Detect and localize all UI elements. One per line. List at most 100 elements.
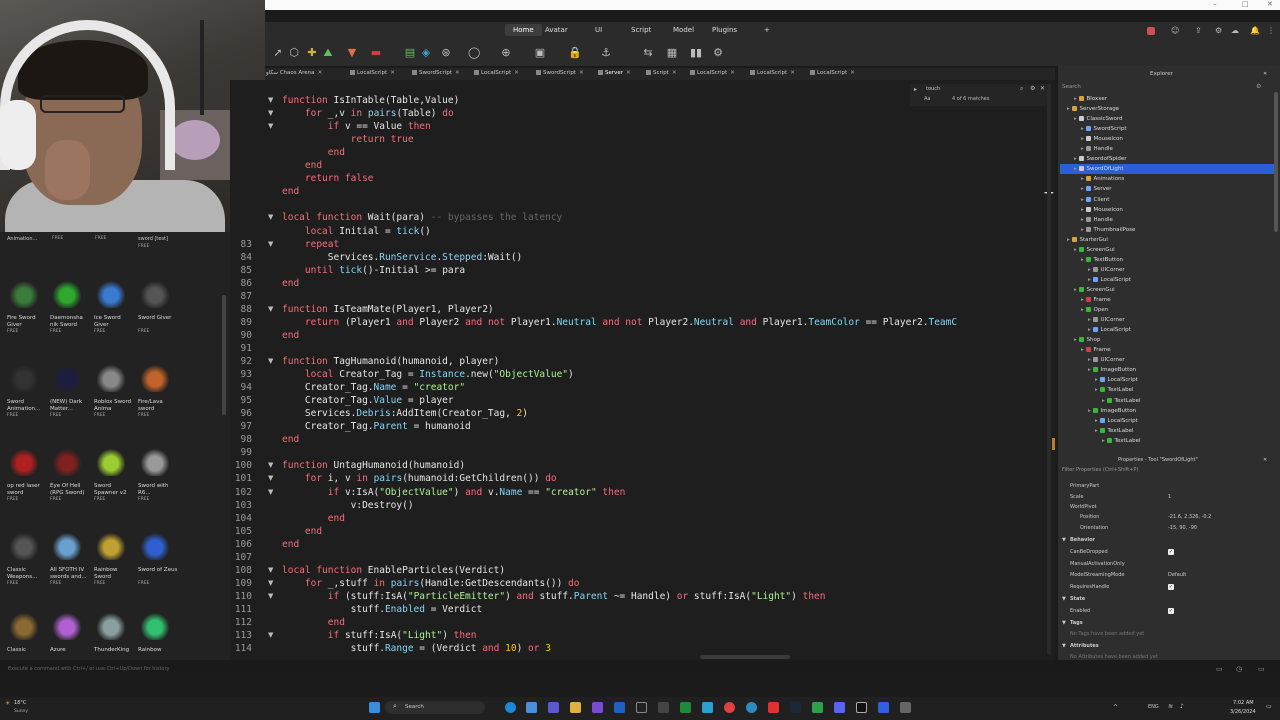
explorer-item[interactable]: ▸ Animations	[1060, 174, 1274, 184]
explorer-item[interactable]: ▸ ScreenGui	[1060, 245, 1274, 255]
command-bar[interactable]: Execute a command with Ctrl+/ or use Ctr…	[0, 662, 1280, 677]
code-line[interactable]: if stuff:IsA("Light") then	[282, 630, 477, 641]
code-line[interactable]: for _,v in pairs(Table) do	[282, 108, 454, 119]
code-line[interactable]: stuff.Range = (Verdict and 10) or 3	[282, 643, 551, 654]
explorer-item[interactable]: ▸ ImageButton	[1060, 406, 1274, 416]
explorer-item[interactable]: ▸ Shop	[1060, 335, 1274, 345]
toolbox-item-thumbnail[interactable]	[53, 280, 81, 308]
property-checkbox[interactable]: ✓	[1168, 549, 1174, 555]
obs-icon[interactable]	[856, 702, 867, 713]
vscode-icon[interactable]	[878, 702, 889, 713]
toolbox-item-thumbnail[interactable]	[10, 448, 38, 476]
toolbox-item-thumbnail[interactable]	[97, 280, 125, 308]
tab-avatar[interactable]: Avatar	[545, 26, 568, 34]
explorer-item[interactable]: ▸ Handle	[1060, 215, 1274, 225]
tab-plugins[interactable]: Plugins	[712, 26, 737, 34]
script-tab[interactable]: LocalScript ✕	[350, 70, 395, 76]
script-tab[interactable]: Script ✕	[646, 70, 677, 76]
fold-arrow-icon[interactable]: ▼	[268, 474, 273, 482]
toolbox-item-name[interactable]: Sword Spawner v2	[94, 483, 136, 496]
expand-arrow-icon[interactable]: ▸	[1081, 126, 1086, 132]
expand-arrow-icon[interactable]: ▸	[1067, 237, 1072, 243]
expand-arrow-icon[interactable]: ▸	[1088, 267, 1093, 273]
command-input[interactable]: Execute a command with Ctrl+/ or use Ctr…	[8, 666, 170, 672]
explorer-item[interactable]: ▸ LocalScript	[1060, 275, 1274, 285]
command-run-icon[interactable]: ◷	[1236, 665, 1242, 673]
expand-arrow-icon[interactable]: ▸	[1081, 257, 1086, 263]
code-line[interactable]: v:Destroy()	[282, 500, 414, 511]
toolbox-item-name[interactable]: (NEW) Dark Matter...	[50, 399, 92, 412]
code-line[interactable]: end	[282, 513, 345, 524]
command-history-icon[interactable]: ▭	[1216, 665, 1223, 673]
code-line[interactable]: end	[282, 434, 299, 445]
minimize-icon[interactable]: –	[1213, 0, 1217, 8]
task-view-icon[interactable]	[526, 702, 537, 713]
share-icon[interactable]: ⇪	[1195, 26, 1202, 35]
wifi-icon[interactable]: ≋	[1168, 703, 1173, 710]
code-line[interactable]: return false	[282, 173, 374, 184]
more-icon[interactable]: ⋮	[1267, 26, 1275, 35]
toolbox-item-thumbnail[interactable]	[10, 532, 38, 560]
material-icon[interactable]: ⊛	[440, 47, 452, 59]
expand-arrow-icon[interactable]: ▸	[1088, 367, 1093, 373]
code-line[interactable]: until tick()-Initial >= para	[282, 265, 465, 276]
code-line[interactable]: local Creator_Tag = Instance.new("Object…	[282, 369, 574, 380]
code-line[interactable]: if (stuff:IsA("ParticleEmitter") and stu…	[282, 591, 826, 602]
expand-arrow-icon[interactable]: ▸	[1088, 277, 1093, 283]
close-explorer-icon[interactable]: ✕	[1263, 71, 1267, 77]
close-tab-icon[interactable]: ✕	[318, 70, 323, 76]
code-line[interactable]: for _,stuff in pairs(Handle:GetDescendan…	[282, 578, 580, 589]
section-collapse-icon[interactable]: ▼	[1062, 596, 1066, 602]
explorer-item[interactable]: ▸ TextLabel	[1060, 385, 1274, 395]
close-tab-icon[interactable]: ✕	[626, 70, 631, 76]
add-tab-button[interactable]: +	[764, 26, 770, 34]
expand-arrow-icon[interactable]: ▸	[1081, 186, 1086, 192]
copilot-icon[interactable]	[548, 702, 559, 713]
toolbox-item-thumbnail[interactable]	[53, 364, 81, 392]
close-find-icon[interactable]: ✕	[1040, 85, 1045, 92]
expand-arrow-icon[interactable]: ▸	[1081, 227, 1086, 233]
close-tab-icon[interactable]: ✕	[579, 70, 584, 76]
align-icon[interactable]: ⇆	[642, 47, 654, 59]
expand-arrow-icon[interactable]: ▸	[1088, 327, 1093, 333]
property-value[interactable]: -15, 90, -90	[1168, 525, 1197, 531]
code-line[interactable]: for i, v in pairs(humanoid:GetChildren()…	[282, 473, 557, 484]
code-line[interactable]: if v == Value then	[282, 121, 431, 132]
toolbox-item-name[interactable]: op red laser sword	[7, 483, 49, 496]
explorer-item[interactable]: ▸ Frame	[1060, 295, 1274, 305]
command-close-icon[interactable]: ▭	[1258, 665, 1265, 673]
close-tab-icon[interactable]: ✕	[790, 70, 795, 76]
play-options-icon[interactable]: ◯	[468, 47, 480, 59]
code-line[interactable]: Creator_Tag.Value = player	[282, 395, 454, 406]
taskbar-search[interactable]	[385, 701, 485, 714]
code-line[interactable]: function UntagHumanoid(humanoid)	[282, 460, 465, 471]
pause-icon[interactable]: ▮▮	[690, 47, 702, 59]
script-tab[interactable]: SwordScript ✕	[536, 70, 584, 76]
expand-arrow-icon[interactable]: ▸	[1095, 387, 1100, 393]
lock-icon[interactable]: 🔒	[568, 47, 582, 59]
toolbox-item-name[interactable]: Rainbow Sword	[94, 567, 136, 580]
toolbox-item-thumbnail[interactable]	[53, 448, 81, 476]
toolbox-item-name[interactable]: Rainbow	[138, 647, 180, 654]
settings-icon[interactable]: ⚙	[1215, 26, 1222, 35]
tab-script[interactable]: Script	[631, 26, 651, 34]
roblox-studio-icon[interactable]	[636, 702, 647, 713]
find-options-icon[interactable]: ⚙	[1030, 85, 1035, 92]
toolbox-item-name[interactable]: Sword of Zeus	[138, 567, 180, 574]
layout-icon[interactable]: ▦	[666, 47, 678, 59]
close-icon[interactable]: ✕	[1267, 0, 1273, 8]
fold-arrow-icon[interactable]: ▼	[268, 109, 273, 117]
code-line[interactable]: local Initial = tick()	[282, 226, 431, 237]
expand-arrow-icon[interactable]: ▸	[1081, 347, 1086, 353]
property-section-header[interactable]: Behavior	[1070, 537, 1095, 543]
grid-icon[interactable]: ⊕	[500, 47, 512, 59]
user-icon[interactable]: ☺	[1171, 26, 1179, 35]
expand-arrow-icon[interactable]: ▸	[1088, 408, 1093, 414]
toolbox-item-name[interactable]: All SFOTH IV swords and...	[50, 567, 92, 580]
code-line[interactable]: end	[282, 278, 299, 289]
fold-arrow-icon[interactable]: ▼	[268, 461, 273, 469]
explorer-item[interactable]: ▸ ServerStorage	[1060, 104, 1274, 114]
explorer-item[interactable]: ▸ MouseIcon	[1060, 205, 1274, 215]
explorer-scrollbar[interactable]	[1274, 92, 1278, 232]
expand-arrow-icon[interactable]: ▸	[1095, 377, 1100, 383]
